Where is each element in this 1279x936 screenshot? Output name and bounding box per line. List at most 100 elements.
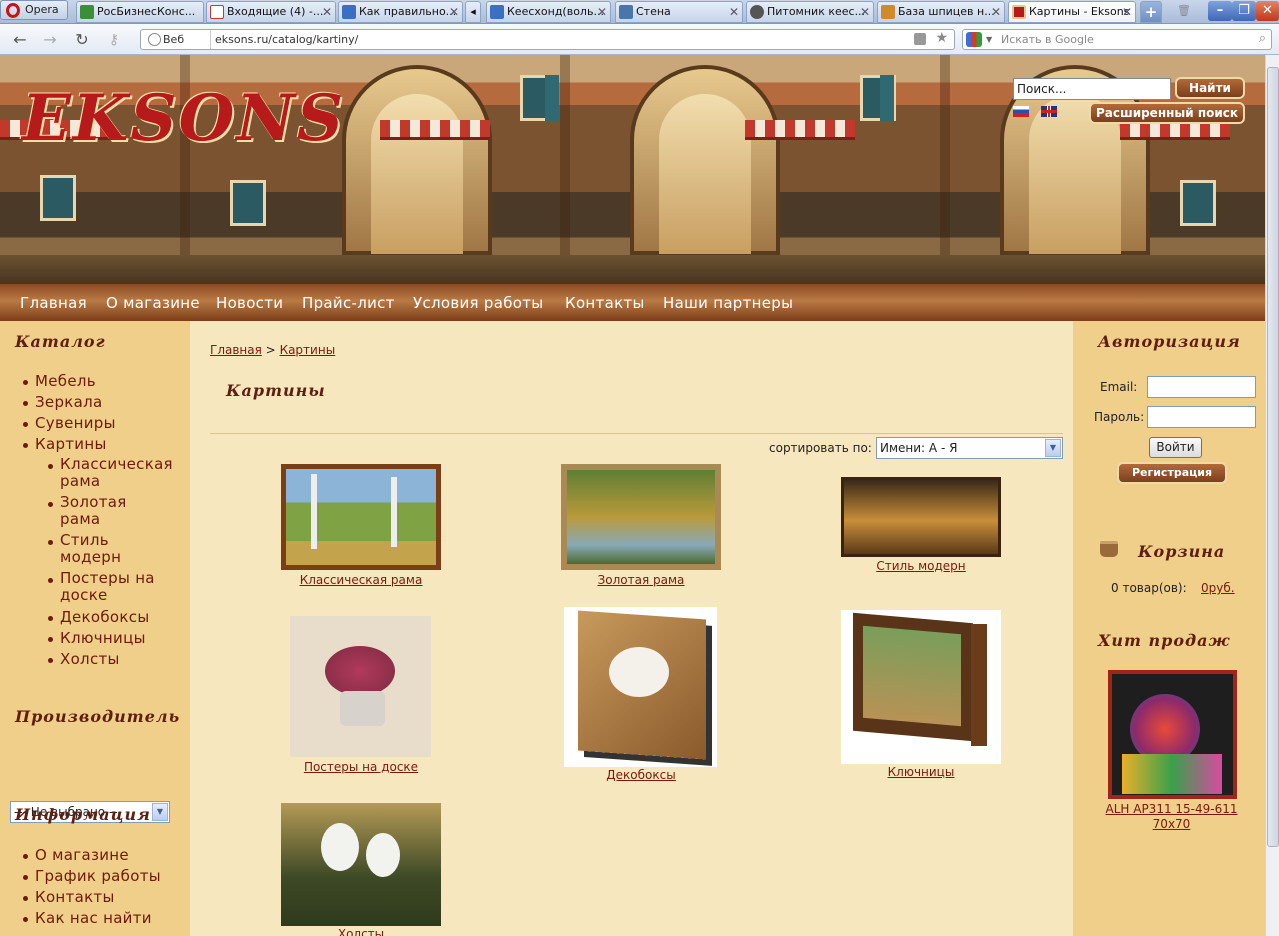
password-field[interactable] <box>1147 406 1256 428</box>
url-field[interactable]: Веб eksons.ru/catalog/kartiny/ ★ <box>140 29 955 50</box>
info-item-contacts[interactable]: Контакты <box>23 888 115 906</box>
product-image-posters[interactable] <box>290 616 431 757</box>
page-scrollbar[interactable] <box>1265 55 1279 936</box>
magnifier-icon[interactable]: ⌕ <box>1259 29 1266 48</box>
info-item-about[interactable]: О магазине <box>23 846 129 864</box>
reload-icon[interactable]: ↻ <box>72 30 92 50</box>
product-link-key-boxes[interactable]: Ключницы <box>841 765 1001 779</box>
tab-kak-pravilno[interactable]: Как правильно... ✕ <box>338 1 463 23</box>
product-link-posters[interactable]: Постеры на доске <box>281 760 441 774</box>
product-link-canvases[interactable]: Холсты <box>281 927 441 936</box>
subcatalog-item-classic-frame[interactable]: Классическая рама <box>48 456 185 490</box>
tab-keeshond[interactable]: Кеесхонд(воль... ✕ <box>486 1 611 23</box>
chevron-down-icon[interactable]: ▼ <box>152 803 168 821</box>
back-arrow-icon[interactable]: ← <box>10 30 30 50</box>
close-tab-icon[interactable]: ✕ <box>1122 2 1132 22</box>
sort-label: сортировать по: <box>769 441 872 455</box>
rss-feed-icon[interactable] <box>914 33 926 45</box>
nav-price-list[interactable]: Прайс-лист <box>302 284 395 322</box>
google-search-field[interactable]: ▼ Искать в Google ⌕ <box>962 29 1272 50</box>
site-favicon-icon <box>342 5 356 19</box>
bookmark-star-icon[interactable]: ★ <box>935 29 948 48</box>
nav-home[interactable]: Главная <box>20 284 87 322</box>
email-label: Email: <box>1100 380 1138 394</box>
nav-about[interactable]: О магазине <box>106 284 200 322</box>
close-tab-icon[interactable]: ✕ <box>449 2 459 22</box>
advanced-search-button[interactable]: Расширенный поиск <box>1089 102 1245 124</box>
product-image-canvases[interactable] <box>281 803 441 926</box>
close-tab-icon[interactable]: ✕ <box>597 2 607 22</box>
product-link-modern-style[interactable]: Стиль модерн <box>841 559 1001 573</box>
maximize-button[interactable]: ❐ <box>1232 1 1256 21</box>
tab-rosbiznes[interactable]: РосБизнесКонс... <box>76 1 204 23</box>
trash-icon[interactable]: 🗑 <box>1170 1 1198 23</box>
product-image-gold-frame[interactable] <box>561 464 721 570</box>
tab-pitomnik[interactable]: Питомник кеес... ✕ <box>746 1 874 23</box>
catalog-item-mirrors[interactable]: Зеркала <box>23 393 103 411</box>
catalog-item-souvenirs[interactable]: Сувениры <box>23 414 116 432</box>
subcatalog-item-key-boxes[interactable]: Ключницы <box>48 629 146 647</box>
russian-flag-icon[interactable] <box>1013 106 1029 117</box>
cart-total-link[interactable]: 0руб. <box>1201 581 1235 595</box>
info-item-directions[interactable]: Как нас найти <box>23 909 152 927</box>
catalog-item-furniture[interactable]: Мебель <box>23 372 96 390</box>
bestseller-image[interactable] <box>1108 670 1237 799</box>
nav-news[interactable]: Новости <box>216 284 283 322</box>
tab-kartiny-eksons[interactable]: Картины - Eksons ✕ <box>1008 1 1136 23</box>
nav-partners[interactable]: Наши партнеры <box>663 284 793 322</box>
tab-scroll-left-button[interactable]: ◂ <box>465 1 481 23</box>
product-image-classic-frame[interactable] <box>281 464 441 570</box>
search-button[interactable]: Найти <box>1175 77 1245 99</box>
tab-gmail[interactable]: Входящие (4) -... ✕ <box>206 1 336 23</box>
catalog-item-paintings[interactable]: Картины <box>23 435 107 453</box>
chevron-down-icon[interactable]: ▼ <box>986 30 992 49</box>
close-tab-icon[interactable]: ✕ <box>729 2 739 22</box>
product-image-modern-style[interactable] <box>841 477 1001 557</box>
login-button[interactable]: Войти <box>1149 437 1202 458</box>
close-tab-icon[interactable]: ✕ <box>991 2 1001 22</box>
url-text[interactable]: eksons.ru/catalog/kartiny/ <box>215 30 358 49</box>
product-link-classic-frame[interactable]: Классическая рама <box>281 573 441 587</box>
site-favicon-icon <box>750 5 764 19</box>
subcatalog-item-gold-frame[interactable]: Золотая рама <box>48 494 150 528</box>
chevron-down-icon[interactable]: ▼ <box>1045 439 1061 457</box>
opera-menu-button[interactable]: Opera <box>0 0 68 20</box>
product-image-key-boxes[interactable] <box>841 610 1001 764</box>
product-image-decoboxes[interactable] <box>564 607 717 767</box>
bestsellers-heading: Хит продаж <box>1098 631 1231 650</box>
close-window-button[interactable]: ✕ <box>1256 1 1279 21</box>
bestseller-link[interactable]: ALH AP311 15-49-611 70x70 <box>1073 802 1265 832</box>
register-button[interactable]: Регистрация <box>1117 462 1227 484</box>
breadcrumb-home[interactable]: Главная <box>210 343 262 357</box>
email-field[interactable] <box>1147 376 1256 398</box>
tab-vk-wall[interactable]: Стена ✕ <box>615 1 743 23</box>
tab-baza-shpicev[interactable]: База шпицев н... ✕ <box>877 1 1005 23</box>
authorization-heading: Авторизация <box>1098 332 1241 351</box>
globe-icon <box>148 33 161 46</box>
info-item-schedule[interactable]: График работы <box>23 867 161 885</box>
forward-arrow-icon[interactable]: → <box>40 30 60 50</box>
nav-terms[interactable]: Условия работы <box>413 284 543 322</box>
subcatalog-item-posters[interactable]: Постеры на доске <box>48 570 170 604</box>
close-tab-icon[interactable]: ✕ <box>322 2 332 22</box>
manufacturer-heading: Производитель <box>15 707 181 726</box>
subcatalog-item-decoboxes[interactable]: Декобоксы <box>47 608 149 626</box>
product-link-gold-frame[interactable]: Золотая рама <box>561 573 721 587</box>
google-engine-icon[interactable] <box>966 32 982 47</box>
minimize-button[interactable]: – <box>1208 1 1232 21</box>
breadcrumb-current[interactable]: Картины <box>280 343 336 357</box>
english-flag-icon[interactable] <box>1041 106 1057 117</box>
new-tab-button[interactable]: + <box>1140 1 1162 23</box>
scrollbar-thumb[interactable] <box>1267 67 1279 847</box>
site-logo[interactable]: EKSONS <box>22 81 345 156</box>
subcatalog-item-modern-style[interactable]: Стиль модерн <box>48 532 140 566</box>
site-search-input[interactable] <box>1013 78 1171 100</box>
sort-select[interactable]: Имени: А - Я ▼ <box>876 437 1063 459</box>
subcatalog-item-canvases[interactable]: Холсты <box>48 650 120 668</box>
web-identity-badge[interactable]: Веб <box>145 30 211 49</box>
nav-contacts[interactable]: Контакты <box>565 284 645 322</box>
key-icon[interactable]: ⚷ <box>104 30 124 50</box>
product-link-decoboxes[interactable]: Декобоксы <box>561 768 721 782</box>
close-tab-icon[interactable]: ✕ <box>860 2 870 22</box>
cart-heading: Корзина <box>1138 542 1226 561</box>
